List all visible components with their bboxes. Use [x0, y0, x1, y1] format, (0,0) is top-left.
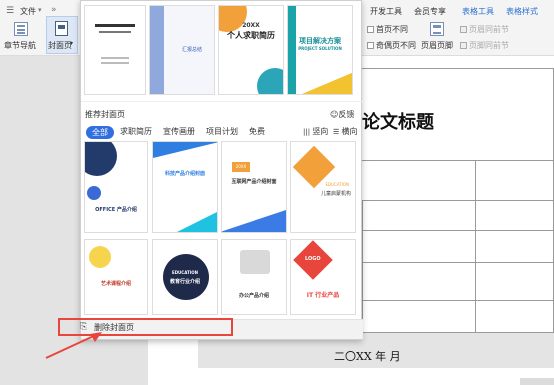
divider: [81, 101, 363, 102]
tab-brochure[interactable]: 宣传画册: [163, 126, 195, 137]
template-title: 互联网产品介绍封面: [231, 179, 277, 185]
menu-icon[interactable]: ☰: [6, 6, 14, 16]
template-title: 儿童启蒙机构: [320, 191, 351, 197]
cover-page-panel: 汇报总结 20XX 个人求职简历 项目解决方案 PROJECT SOLUTION…: [80, 0, 363, 340]
section-nav-button[interactable]: 章节导航: [4, 40, 36, 51]
table-line: [362, 200, 363, 332]
table-line: [362, 230, 554, 231]
template-thumbnail[interactable]: EDUCATION 教育行业介绍: [152, 239, 218, 315]
template-title: 科技产品介绍封面: [164, 171, 205, 177]
tab-free[interactable]: 免费: [249, 126, 265, 137]
header-footer-button[interactable]: 页眉页脚: [421, 40, 453, 51]
cover-page-icon[interactable]: [55, 21, 68, 36]
template-thumbnail[interactable]: 办公产品介绍: [221, 239, 287, 315]
document-date[interactable]: 二〇XX 年 月: [334, 348, 401, 364]
template-title: 办公产品介绍: [238, 293, 269, 299]
section-nav-icon[interactable]: [14, 22, 28, 36]
menu-table-tools[interactable]: 表格工具: [462, 6, 494, 17]
orientation-landscape[interactable]: ☰ 横向: [333, 126, 358, 137]
menu-table-style[interactable]: 表格样式: [506, 6, 538, 17]
header-same-prev-checkbox[interactable]: 页眉同前节: [460, 24, 509, 35]
template-title: 个人求职简历: [227, 31, 275, 40]
template-thumbnail[interactable]: 20XX 个人求职简历: [218, 5, 284, 95]
template-thumbnail[interactable]: 项目解决方案 PROJECT SOLUTION: [287, 5, 353, 95]
more-icon[interactable]: »: [51, 5, 57, 15]
template-thumbnail[interactable]: LOGO IT 行业产品: [290, 239, 356, 315]
document-title[interactable]: 论文标题: [362, 108, 434, 134]
template-thumbnail[interactable]: OFFICE 产品介绍: [84, 141, 148, 233]
tab-project-plan[interactable]: 项目计划: [206, 126, 238, 137]
cover-page-button[interactable]: 封面页: [48, 40, 72, 51]
menu-dev-tools[interactable]: 开发工具: [370, 6, 402, 17]
menu-member[interactable]: 会员专享: [414, 6, 446, 17]
template-thumbnail[interactable]: EDUCATION 儿童启蒙机构: [290, 141, 356, 233]
template-year: 20XX: [232, 162, 250, 172]
template-thumbnail[interactable]: 20XX 互联网产品介绍封面: [221, 141, 287, 233]
table-line: [362, 300, 554, 301]
tab-all[interactable]: 全部: [86, 126, 114, 139]
template-thumbnail[interactable]: 汇报总结: [149, 5, 215, 95]
template-title: 项目解决方案: [299, 37, 341, 45]
scrollbar[interactable]: [520, 378, 554, 385]
first-page-diff-checkbox[interactable]: 首页不同: [367, 24, 408, 35]
template-title: OFFICE 产品介绍: [95, 207, 137, 213]
orientation-portrait[interactable]: ||| 竖向: [303, 126, 328, 137]
footer-same-prev-checkbox[interactable]: 页脚同前节: [460, 40, 509, 51]
chevron-down-icon[interactable]: ▾: [38, 6, 42, 14]
recommend-title: 推荐封面页: [85, 110, 125, 119]
template-title: 汇报总结: [182, 47, 203, 53]
red-arrow-annotation: [45, 332, 102, 359]
template-logo-text: LOGO: [305, 256, 321, 262]
template-title: IT 行业产品: [306, 292, 340, 299]
feedback-link[interactable]: ☺反馈: [330, 109, 354, 120]
odd-even-diff-checkbox[interactable]: 奇偶页不同: [367, 40, 416, 51]
chevron-down-icon[interactable]: ▾: [70, 40, 73, 47]
menu-file[interactable]: 文件: [20, 6, 36, 17]
template-title: 艺术课程介绍: [100, 281, 131, 287]
template-year: 20XX: [242, 22, 260, 29]
template-subtitle: EDUCATION: [325, 182, 349, 187]
header-footer-icon[interactable]: [430, 22, 444, 36]
template-subtitle: PROJECT SOLUTION: [298, 46, 342, 51]
template-thumbnail[interactable]: [84, 5, 146, 95]
table-line: [475, 160, 476, 332]
template-thumbnail[interactable]: 科技产品介绍封面: [152, 141, 218, 233]
template-title: 教育行业介绍: [169, 279, 200, 285]
template-thumbnail[interactable]: 艺术课程介绍: [84, 239, 148, 315]
table-line: [362, 262, 554, 263]
template-subtitle: EDUCATION: [172, 270, 198, 275]
tab-resume[interactable]: 求职简历: [120, 126, 152, 137]
